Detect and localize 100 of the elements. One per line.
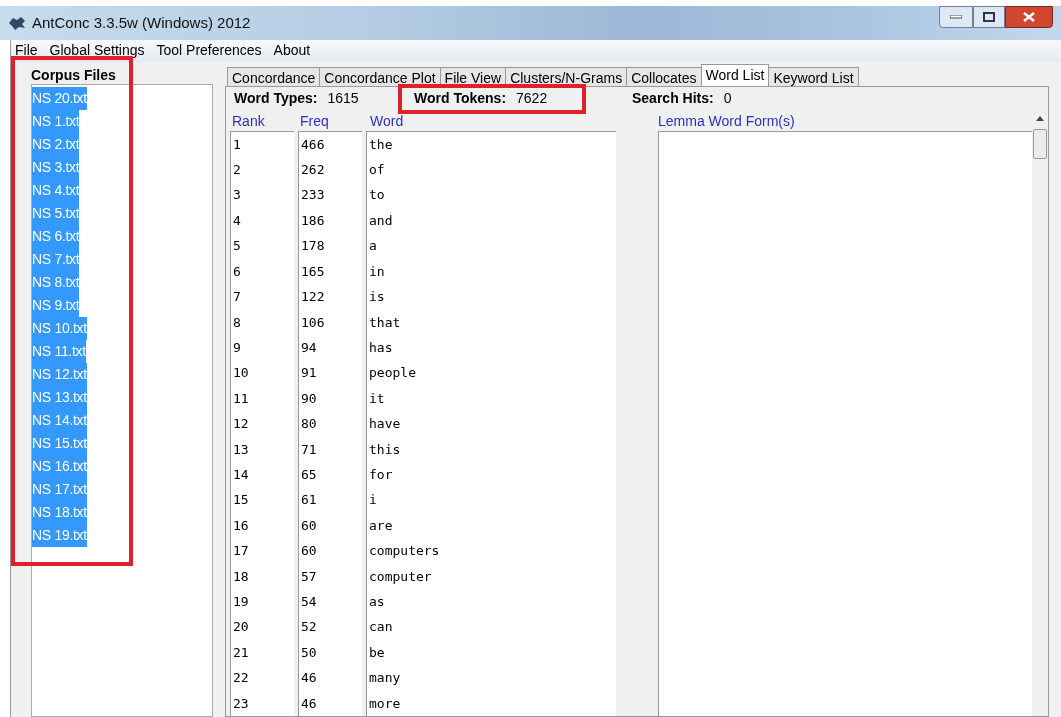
corpus-file[interactable]: NS 3.txt [32, 155, 80, 179]
table-cell-text: 165 [300, 262, 325, 281]
corpus-file[interactable]: NS 13.txt [32, 385, 87, 409]
tab[interactable]: Keyword List [768, 66, 859, 86]
stat-label: Word Types: [234, 89, 318, 109]
minimize-icon [950, 15, 962, 19]
table-cell-text: 20 [232, 618, 249, 637]
corpus-file[interactable]: NS 20.txt [32, 86, 87, 110]
table-cell-text: 17 [232, 542, 249, 561]
corpus-file[interactable]: NS 1.txt [32, 109, 80, 133]
table-cell-text: more [368, 694, 401, 713]
table-cell-text: 8 [232, 313, 241, 332]
corpus-file[interactable]: NS 11.txt [32, 339, 86, 363]
stat-label: Word Tokens: [414, 89, 507, 109]
table-cell-text: 50 [300, 643, 317, 662]
table-cell-text: 21 [232, 643, 249, 662]
corpus-file[interactable]: NS 14.txt [32, 408, 87, 432]
table-cell-text: 18 [232, 567, 249, 586]
table-cell-text: 46 [300, 669, 317, 688]
column-header[interactable]: Lemma Word Form(s) [658, 110, 1032, 131]
table-cell-text: 14 [232, 465, 249, 484]
table-cell-text: 16 [232, 516, 249, 535]
corpus-file[interactable]: NS 4.txt [32, 178, 80, 202]
table-cell-text: 9 [232, 338, 241, 357]
table-cell-text: 57 [300, 567, 317, 586]
column-header[interactable]: Rank [230, 110, 298, 131]
table-cell-text: and [368, 211, 393, 230]
scroll-up-icon[interactable] [1036, 114, 1044, 121]
menu-item[interactable]: Tool Preferences [156, 40, 262, 62]
table-cell-text: 19 [232, 592, 249, 611]
tab[interactable]: Concordance [227, 66, 321, 86]
corpus-file[interactable]: NS 19.txt [32, 523, 87, 547]
corpus-file[interactable]: NS 18.txt [32, 500, 87, 524]
tab[interactable]: Clusters/N-Grams [505, 66, 628, 86]
table-cell-text: of [368, 161, 385, 180]
stat-value: 7622 [516, 89, 548, 109]
table-cell-text: in [368, 262, 385, 281]
table-cell-text: 6 [232, 262, 241, 281]
table-cell-text: 5 [232, 237, 241, 256]
corpus-file[interactable]: NS 16.txt [32, 454, 87, 478]
panel-title: Corpus Files [30, 65, 117, 84]
corpus-file[interactable]: NS 12.txt [32, 362, 87, 386]
table-cell-text: i [368, 491, 377, 510]
table-cell-text: 233 [300, 186, 325, 205]
table-cell-text: computers [368, 542, 440, 561]
table-cell-text: this [368, 440, 401, 459]
menu-item[interactable]: About [273, 40, 311, 62]
menu-item[interactable]: Global Settings [49, 40, 145, 62]
table-cell-text: people [368, 364, 416, 383]
corpus-file[interactable]: NS 9.txt [32, 293, 80, 317]
table-cell-text: 4 [232, 211, 241, 230]
corpus-file[interactable]: NS 5.txt [32, 201, 80, 225]
table-cell-text: 178 [300, 237, 325, 256]
table-cell-text: for [368, 465, 393, 484]
table-cell-text: 80 [300, 415, 317, 434]
tab[interactable]: Collocates [626, 66, 702, 86]
table-cell-text: a [368, 237, 377, 256]
table-cell-text: 60 [300, 542, 317, 561]
app-icon [8, 15, 26, 32]
tab[interactable]: Word List [700, 63, 770, 86]
corpus-file[interactable]: NS 15.txt [32, 431, 87, 455]
table-cell-text: 10 [232, 364, 249, 383]
table-cell-text: 13 [232, 440, 249, 459]
stat-value: 1615 [327, 89, 359, 109]
table-cell-text: 60 [300, 516, 317, 535]
stat-label: Search Hits: [632, 89, 714, 109]
scrollbar-thumb[interactable] [1033, 128, 1047, 159]
table-cell-text: be [368, 643, 385, 662]
table-cell-text: 466 [300, 135, 325, 154]
maximize-button[interactable] [973, 6, 1005, 28]
table-cell-text: 186 [300, 211, 325, 230]
table-cell-text: many [368, 669, 401, 688]
table-cell-text: 61 [300, 491, 317, 510]
table-cell-text: the [368, 135, 393, 154]
table-cell-text: 15 [232, 491, 249, 510]
table-cell-text: it [368, 389, 385, 408]
table-cell-text: 54 [300, 592, 317, 611]
corpus-file[interactable]: NS 2.txt [32, 132, 80, 156]
table-cell-text: 23 [232, 694, 249, 713]
corpus-file[interactable]: NS 7.txt [32, 247, 80, 271]
corpus-file[interactable]: NS 17.txt [32, 477, 87, 501]
close-icon [1023, 12, 1035, 22]
table-cell-text: 106 [300, 313, 325, 332]
table-cell-text: 3 [232, 186, 241, 205]
tab[interactable]: Concordance Plot [319, 66, 441, 86]
corpus-file[interactable]: NS 10.txt [32, 316, 87, 340]
corpus-file[interactable]: NS 6.txt [32, 224, 80, 248]
table-cell-text: 2 [232, 161, 241, 180]
maximize-icon [983, 12, 995, 22]
table-cell-text: that [368, 313, 401, 332]
table-cell-text: as [368, 592, 385, 611]
corpus-file[interactable]: NS 8.txt [32, 270, 80, 294]
table-cell-text: 22 [232, 669, 249, 688]
close-button[interactable] [1005, 6, 1053, 28]
table-cell-text: 94 [300, 338, 317, 357]
window-title: AntConc 3.3.5w (Windows) 2012 [32, 13, 251, 33]
menu-item[interactable]: File [15, 40, 38, 62]
column-header[interactable]: Word [366, 110, 566, 131]
table-cell-text: 71 [300, 440, 317, 459]
column-header[interactable]: Freq [298, 110, 366, 131]
